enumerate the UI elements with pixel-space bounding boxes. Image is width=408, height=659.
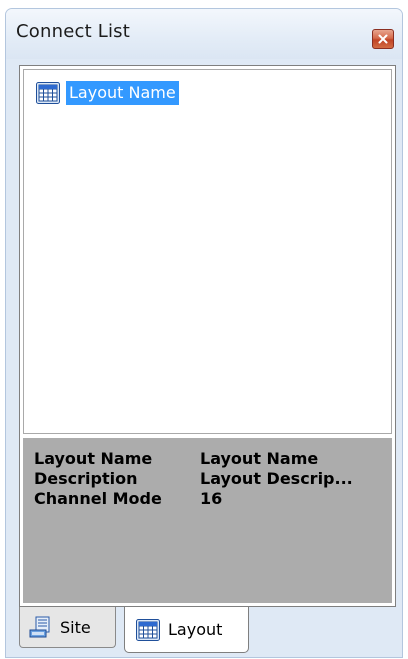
- connect-list-panel: Layout Name Layout Name Layout Name Desc…: [19, 65, 396, 607]
- info-value: Layout Name: [200, 449, 319, 468]
- info-key: Layout Name: [34, 449, 153, 468]
- title-bar[interactable]: Connect List: [6, 9, 402, 59]
- info-key: Channel Mode: [34, 489, 162, 508]
- info-value: 16: [200, 489, 223, 508]
- tree-item-layout[interactable]: Layout Name: [36, 80, 179, 106]
- layout-tree[interactable]: Layout Name: [23, 69, 392, 434]
- info-row: Description Layout Descrip...: [34, 469, 353, 489]
- info-value: Layout Descrip...: [200, 469, 353, 488]
- tab-layout[interactable]: Layout: [124, 607, 249, 653]
- site-icon: [29, 616, 50, 638]
- info-row: Channel Mode 16: [34, 489, 353, 509]
- info-table: Layout Name Layout Name Description Layo…: [34, 449, 353, 509]
- close-icon: [378, 34, 388, 44]
- window-title: Connect List: [16, 21, 131, 42]
- tab-site[interactable]: Site: [19, 607, 116, 648]
- info-row: Layout Name Layout Name: [34, 449, 353, 469]
- connect-list-window: Connect List Layout Name Layout Name Lay…: [5, 8, 403, 658]
- grid-layout-icon: [36, 82, 60, 104]
- info-key: Description: [34, 469, 138, 488]
- tab-label: Layout: [168, 620, 223, 639]
- tab-label: Site: [60, 617, 91, 637]
- grid-layout-icon: [136, 618, 160, 641]
- tab-strip: Site Layout: [19, 607, 402, 657]
- tree-item-label: Layout Name: [66, 81, 179, 105]
- close-button[interactable]: [372, 29, 394, 49]
- info-panel: Layout Name Layout Name Description Layo…: [23, 438, 392, 603]
